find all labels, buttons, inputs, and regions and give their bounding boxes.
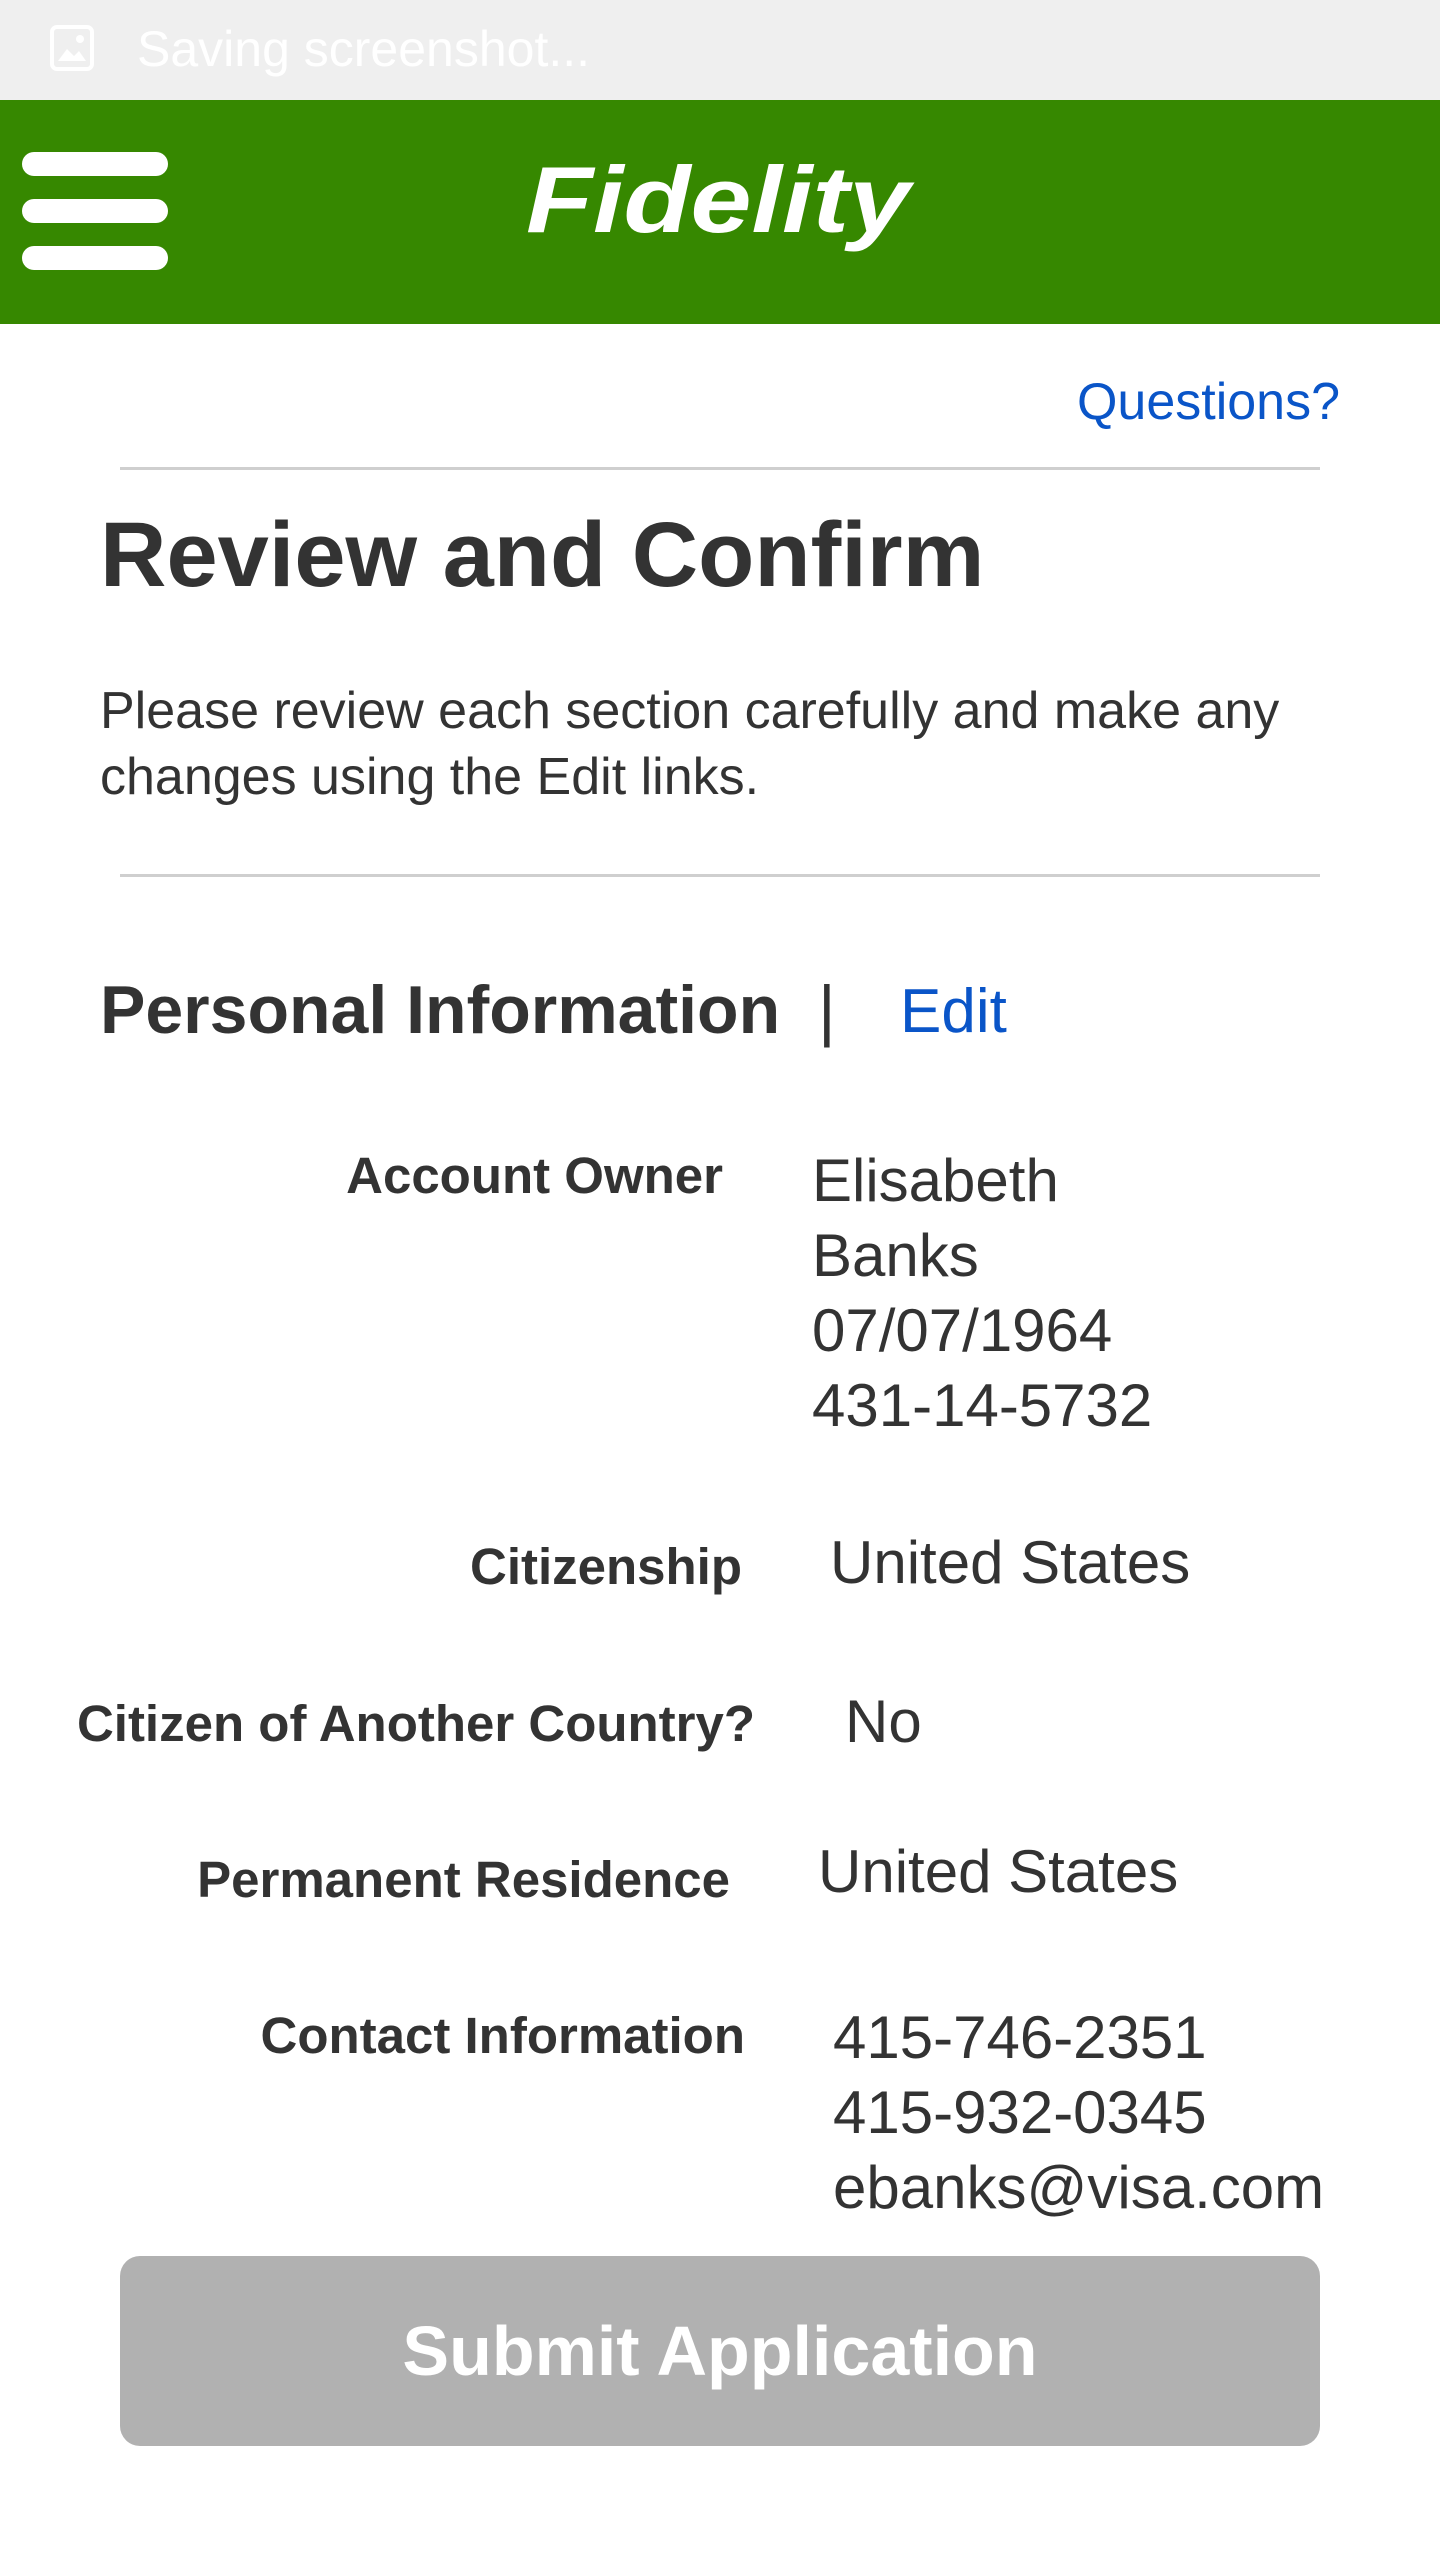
citizenship-label: Citizenship <box>469 1538 742 1595</box>
permanent-residence-value: United States <box>818 1838 1179 1905</box>
section-title: Personal Information <box>100 972 781 1048</box>
menu-bar-middle <box>22 199 168 223</box>
account-owner-dob: 07/07/1964 <box>812 1297 1113 1364</box>
contact-phone-2: 415-932-0345 <box>833 2079 1207 2146</box>
contact-info-label: Contact Information <box>260 2007 745 2064</box>
permanent-residence-label: Permanent Residence <box>197 1851 730 1908</box>
menu-bar-top <box>22 152 168 176</box>
status-bar: Saving screenshot... <box>0 0 1440 100</box>
top-divider <box>120 467 1320 470</box>
other-citizenship-label: Citizen of Another Country? <box>76 1695 755 1752</box>
section-separator: | <box>818 972 836 1048</box>
other-citizenship-value: No <box>845 1688 922 1755</box>
page-title: Review and Confirm <box>100 504 985 606</box>
contact-email: ebanks@visa.com <box>833 2154 1325 2221</box>
status-text: Saving screenshot... <box>137 21 591 77</box>
citizenship-value: United States <box>830 1529 1191 1596</box>
account-owner-ssn: 431-14-5732 <box>812 1372 1153 1439</box>
contact-phone-1: 415-746-2351 <box>833 2004 1207 2071</box>
menu-bar-bottom <box>22 246 168 270</box>
page-instructions: Please review each section carefully and… <box>100 682 1280 806</box>
questions-link[interactable]: Questions? <box>1077 372 1340 432</box>
image-icon <box>50 25 94 71</box>
account-owner-last-name: Banks <box>812 1222 979 1289</box>
logo-text: Fidelity <box>526 150 916 252</box>
fidelity-logo[interactable]: Fidelity <box>518 150 922 270</box>
section-divider <box>120 874 1320 877</box>
account-owner-first-name: Elisabeth <box>812 1147 1059 1214</box>
hamburger-menu-icon[interactable] <box>22 152 168 270</box>
submit-application-button[interactable]: Submit Application <box>120 2256 1320 2446</box>
edit-personal-info-link[interactable]: Edit <box>900 972 1007 1052</box>
account-owner-label: Account Owner <box>346 1147 723 1204</box>
